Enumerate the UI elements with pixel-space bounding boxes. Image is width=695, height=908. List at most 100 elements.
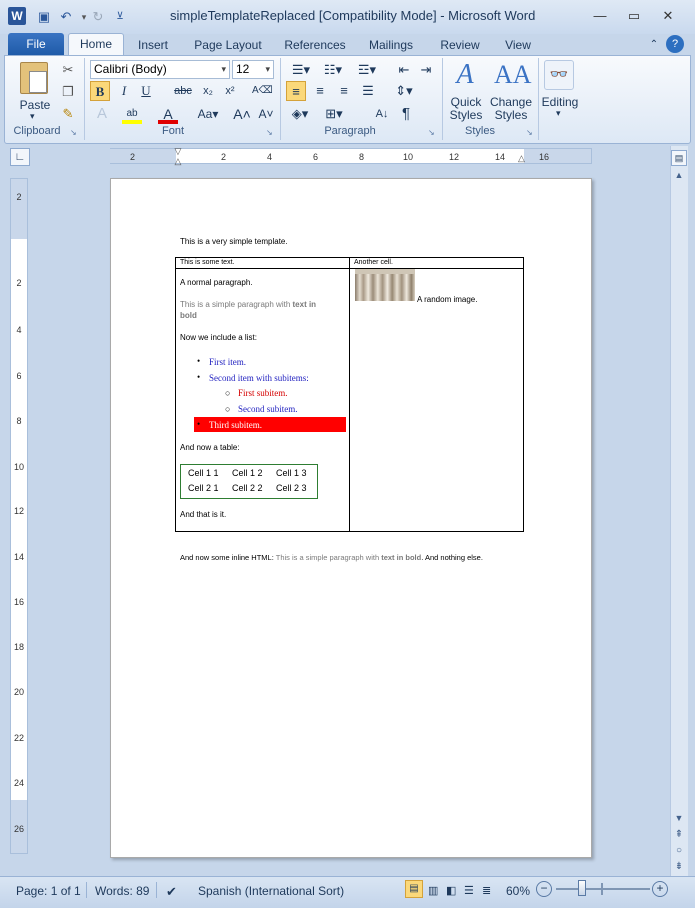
underline-icon[interactable]: U xyxy=(136,81,156,101)
tab-home[interactable]: Home xyxy=(68,33,124,56)
view-ruler-icon[interactable]: ▤ xyxy=(671,150,687,166)
change-styles-label-2[interactable]: Styles xyxy=(488,108,534,122)
indent-marker[interactable]: ▽ △ xyxy=(173,146,183,166)
change-case-icon[interactable]: Aa▾ xyxy=(194,104,222,124)
table-header-right[interactable]: Another cell. xyxy=(354,259,393,266)
editing-dropdown-icon[interactable]: ▾ xyxy=(556,108,561,119)
inner-table-cell[interactable]: Cell 1 3 xyxy=(276,468,307,478)
vertical-scrollbar[interactable] xyxy=(670,146,688,876)
redo-icon[interactable]: ↻ xyxy=(90,9,106,25)
print-layout-icon[interactable]: ▤ xyxy=(405,880,423,898)
font-family-combo[interactable]: Calibri (Body) ▾ xyxy=(90,60,230,79)
shrink-font-icon[interactable]: A˅ xyxy=(256,104,276,124)
bold-icon[interactable]: B xyxy=(90,81,110,101)
tab-mailings[interactable]: Mailings xyxy=(362,34,420,56)
format-painter-icon[interactable]: ✎ xyxy=(58,104,78,124)
outline-view-icon[interactable]: ☰ xyxy=(464,884,474,897)
tab-page-layout[interactable]: Page Layout xyxy=(186,34,270,56)
paste-dropdown-icon[interactable]: ▾ xyxy=(30,111,35,122)
align-center-icon[interactable]: ≡ xyxy=(310,81,330,101)
inline-html-line[interactable]: And now some inline HTML: This is a simp… xyxy=(180,553,483,562)
full-screen-reading-icon[interactable]: ▥ xyxy=(428,884,438,897)
tab-review[interactable]: Review xyxy=(434,34,486,56)
superscript-icon[interactable]: x² xyxy=(220,81,240,101)
page-count[interactable]: Page: 1 of 1 xyxy=(16,884,81,898)
change-styles-icon[interactable]: AA xyxy=(494,58,532,92)
scroll-down-icon[interactable]: ▼ xyxy=(672,813,686,823)
italic-icon[interactable]: I xyxy=(114,81,134,101)
paste-button[interactable]: Paste xyxy=(14,96,56,116)
strikethrough-icon[interactable]: abc xyxy=(170,81,196,101)
copy-icon[interactable]: ❐ xyxy=(58,82,78,102)
zoom-slider-track[interactable] xyxy=(556,888,650,890)
draft-view-icon[interactable]: ≣ xyxy=(482,884,491,897)
paragraph-launcher-icon[interactable]: ↘ xyxy=(428,128,435,137)
inner-table-cell[interactable]: Cell 1 2 xyxy=(232,468,263,478)
sort-icon[interactable]: A↓ xyxy=(372,104,392,124)
zoom-slider-thumb[interactable] xyxy=(578,880,586,896)
quick-styles-label[interactable]: Quick xyxy=(444,95,488,109)
shading-icon[interactable]: ◈▾ xyxy=(286,104,314,124)
scroll-up-icon[interactable]: ▲ xyxy=(672,170,686,180)
change-styles-label[interactable]: Change xyxy=(488,95,534,109)
help-icon[interactable]: ? xyxy=(666,35,684,53)
clipboard-launcher-icon[interactable]: ↘ xyxy=(70,128,77,137)
maximize-button[interactable]: ▭ xyxy=(620,6,648,26)
table-header-left[interactable]: This is some text. xyxy=(180,259,234,266)
list-item-second[interactable]: Second item with subitems: xyxy=(209,373,309,383)
customize-qat-icon[interactable]: ⊻ xyxy=(112,9,128,25)
list-subitem-second[interactable]: Second subitem. xyxy=(238,404,298,414)
inner-table-cell[interactable]: Cell 1 1 xyxy=(188,468,219,478)
line-spacing-icon[interactable]: ⇕▾ xyxy=(390,81,418,101)
text-effects-icon[interactable]: A xyxy=(92,104,112,124)
undo-icon[interactable]: ↶ xyxy=(58,9,74,25)
language-indicator[interactable]: Spanish (International Sort) xyxy=(198,884,344,898)
zoom-level[interactable]: 60% xyxy=(506,884,530,898)
quick-styles-icon[interactable]: A xyxy=(450,58,480,92)
binoculars-icon[interactable]: 👓 xyxy=(544,60,574,90)
font-family-dropdown-icon[interactable]: ▾ xyxy=(221,61,226,78)
list-item-third[interactable]: Third subitem. xyxy=(209,420,262,430)
highlight-icon[interactable]: ab xyxy=(122,104,142,124)
intro-text[interactable]: This is a very simple template. xyxy=(180,237,288,246)
font-launcher-icon[interactable]: ↘ xyxy=(266,128,273,137)
word-app-icon[interactable]: W xyxy=(8,7,26,25)
word-count[interactable]: Words: 89 xyxy=(95,884,149,898)
table-intro[interactable]: And now a table: xyxy=(180,443,240,452)
tab-file[interactable]: File xyxy=(8,33,64,55)
inner-table-cell[interactable]: Cell 2 3 xyxy=(276,483,307,493)
close-button[interactable]: ✕ xyxy=(654,6,682,26)
subscript-icon[interactable]: x₂ xyxy=(198,81,218,101)
minimize-button[interactable]: — xyxy=(586,6,614,26)
inner-table-cell[interactable]: Cell 2 1 xyxy=(188,483,219,493)
select-browse-object-icon[interactable]: ○ xyxy=(672,845,686,856)
quick-styles-label-2[interactable]: Styles xyxy=(444,108,488,122)
inner-table-cell[interactable]: Cell 2 2 xyxy=(232,483,263,493)
grow-font-icon[interactable]: A˄ xyxy=(232,104,252,124)
increase-indent-icon[interactable]: ⇥ xyxy=(416,60,436,80)
zoom-in-icon[interactable]: + xyxy=(652,881,668,897)
web-layout-icon[interactable]: ◧ xyxy=(446,884,456,897)
justify-icon[interactable]: ☰ xyxy=(358,81,378,101)
next-page-icon[interactable]: ⇟ xyxy=(672,861,686,872)
save-icon[interactable]: ▣ xyxy=(36,9,52,25)
image-caption[interactable]: A random image. xyxy=(417,295,477,304)
cut-icon[interactable]: ✂ xyxy=(58,60,78,80)
right-indent-marker[interactable]: △ xyxy=(518,153,525,164)
tab-references[interactable]: References xyxy=(280,34,350,56)
list-subitem-first[interactable]: First subitem. xyxy=(238,388,288,398)
normal-paragraph[interactable]: A normal paragraph. xyxy=(180,278,253,287)
borders-icon[interactable]: ⊞▾ xyxy=(320,104,348,124)
bullets-icon[interactable]: ☰▾ xyxy=(286,60,316,80)
font-color-icon[interactable]: A xyxy=(158,104,178,124)
decrease-indent-icon[interactable]: ⇤ xyxy=(394,60,414,80)
styles-launcher-icon[interactable]: ↘ xyxy=(526,128,533,137)
list-item-first[interactable]: First item. xyxy=(209,357,246,367)
multilevel-list-icon[interactable]: ☲▾ xyxy=(352,60,382,80)
align-left-icon[interactable]: ≡ xyxy=(286,81,306,101)
show-formatting-icon[interactable]: ¶ xyxy=(396,104,416,124)
font-size-dropdown-icon[interactable]: ▾ xyxy=(265,61,270,78)
table-end-text[interactable]: And that is it. xyxy=(180,510,226,519)
tab-insert[interactable]: Insert xyxy=(130,34,176,56)
proofing-icon[interactable]: ✔ xyxy=(166,884,177,900)
